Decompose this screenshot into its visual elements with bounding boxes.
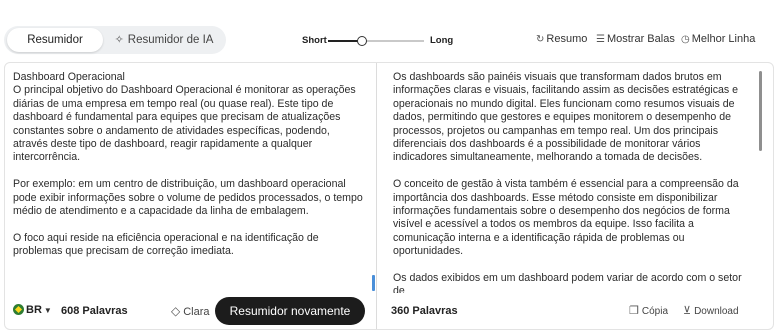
- best-line-label: Melhor Linha: [691, 33, 756, 45]
- summary-mode-label: Resumo: [546, 33, 588, 45]
- summary-text-area: Os dashboards são painéis visuais que tr…: [393, 71, 755, 293]
- copy-button[interactable]: ❐ Cópia: [629, 304, 668, 317]
- output-footer: 360 Palavras ❐ Cópia ⊻ Download: [377, 295, 774, 329]
- length-short-label: Short: [302, 35, 327, 46]
- length-slider[interactable]: [328, 34, 424, 48]
- output-panel: Os dashboards são painéis visuais que tr…: [377, 63, 774, 329]
- language-selector[interactable]: BR ▼: [13, 304, 52, 320]
- input-scrollbar[interactable]: [372, 275, 375, 291]
- download-label: Download: [694, 306, 739, 317]
- clear-button[interactable]: ◇ Clara: [171, 304, 210, 318]
- download-button[interactable]: ⊻ Download: [683, 304, 739, 317]
- copy-label: Cópia: [641, 306, 669, 317]
- clock-icon: ◷: [681, 34, 690, 45]
- refresh-icon: ↻: [536, 34, 545, 45]
- copy-icon: ❐: [629, 305, 639, 317]
- input-word-count: 608 Palavras: [61, 305, 128, 317]
- summary-paragraph: O conceito de gestão à vista também é es…: [393, 178, 739, 258]
- panels: Dashboard Operacional O principal objeti…: [4, 62, 774, 330]
- show-bullets-label: Mostrar Balas: [606, 33, 675, 45]
- input-text-area[interactable]: Dashboard Operacional O principal objeti…: [13, 71, 365, 289]
- tab-ai-summarizer[interactable]: ✧ Resumidor de IA: [108, 28, 220, 52]
- show-bullets-button[interactable]: ☰ Mostrar Balas: [596, 33, 675, 45]
- chevron-down-icon: ▼: [43, 306, 52, 315]
- download-icon: ⊻: [683, 305, 692, 317]
- summary-mode-button[interactable]: ↻ Resumo: [536, 33, 587, 45]
- input-paragraph: O foco aqui reside na eficiência operaci…: [13, 231, 319, 258]
- length-slider-thumb[interactable]: [357, 36, 367, 46]
- input-paragraph: Dashboard Operacional O principal objeti…: [13, 71, 356, 164]
- input-panel: Dashboard Operacional O principal objeti…: [5, 63, 376, 329]
- eraser-icon: ◇: [171, 304, 181, 318]
- length-long-label: Long: [430, 35, 454, 46]
- summary-paragraph: Os dashboards são painéis visuais que tr…: [393, 71, 739, 164]
- tab-summarizer[interactable]: Resumidor: [7, 28, 103, 52]
- list-icon: ☰: [596, 34, 605, 45]
- resummarize-button[interactable]: Resumidor novamente: [215, 297, 365, 325]
- mode-tabs: Resumidor ✧ Resumidor de IA: [4, 26, 226, 54]
- input-paragraph: Por exemplo: em um centro de distribuiçã…: [13, 178, 363, 218]
- toolbar: Resumidor ✧ Resumidor de IA Short Long ↻ R…: [0, 22, 780, 58]
- input-footer: BR ▼ 608 Palavras ◇ Clara Resumidor novame…: [5, 295, 376, 329]
- clear-label: Clara: [183, 306, 210, 318]
- tab-summarizer-label: Resumidor: [27, 34, 83, 46]
- summary-paragraph: Os dados exibidos em um dashboard podem …: [393, 272, 742, 293]
- summary-scrollbar[interactable]: [759, 71, 762, 151]
- language-label: BR: [26, 304, 42, 316]
- length-slider-track: [364, 40, 424, 42]
- tab-ai-summarizer-label: Resumidor de IA: [127, 34, 214, 46]
- sparkle-icon: ✧: [114, 34, 124, 46]
- output-word-count: 360 Palavras: [391, 305, 458, 317]
- best-line-button[interactable]: ◷ Melhor Linha: [681, 33, 755, 45]
- brazil-flag-icon: [13, 304, 24, 315]
- resummarize-label: Resumidor novamente: [229, 304, 351, 318]
- summarizer-app: Resumidor ✧ Resumidor de IA Short Long ↻ R…: [0, 0, 780, 334]
